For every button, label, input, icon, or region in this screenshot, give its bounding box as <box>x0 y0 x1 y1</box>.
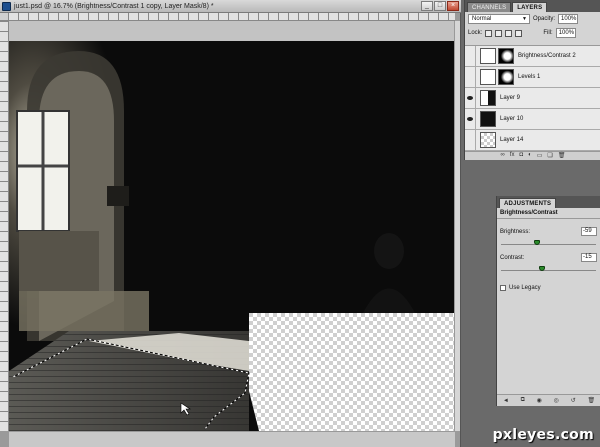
levels-thumbnail <box>480 69 496 85</box>
visibility-toggle[interactable] <box>465 108 476 130</box>
document-title: just1.psd @ 16.7% (Brightness/Contrast 1… <box>14 2 214 10</box>
fx-icon[interactable]: fx <box>510 152 515 160</box>
contrast-row: Contrast: -15 <box>497 253 600 262</box>
adjustments-footer: ◄ ⧉ ◉ ◎ ↺ 🗑 <box>497 394 600 406</box>
contrast-slider[interactable] <box>501 265 596 271</box>
tab-channels[interactable]: CHANNELS <box>467 2 512 12</box>
chevron-down-icon: ▼ <box>522 16 527 22</box>
contrast-input[interactable]: -15 <box>581 253 597 262</box>
layer-thumbnail <box>480 132 496 148</box>
photoshop-workspace: just1.psd @ 16.7% (Brightness/Contrast 1… <box>0 0 600 447</box>
watermark: pxleyes.com <box>492 427 594 443</box>
clip-icon[interactable]: ◉ <box>537 397 542 404</box>
blend-mode-value: Normal <box>472 16 492 22</box>
fill-label: Fill: <box>543 30 553 36</box>
use-legacy-row[interactable]: Use Legacy <box>497 285 600 291</box>
lock-move-icon[interactable] <box>505 29 513 37</box>
maximize-button[interactable]: □ <box>434 1 446 11</box>
mask-thumbnail[interactable] <box>498 69 514 85</box>
lock-all-icon[interactable] <box>515 29 523 37</box>
adjustments-panel-tabs: ADJUSTMENTS <box>497 196 600 208</box>
document-titlebar[interactable]: just1.psd @ 16.7% (Brightness/Contrast 1… <box>0 0 461 13</box>
eye-icon[interactable]: ◎ <box>554 397 559 404</box>
trash-icon[interactable]: 🗑 <box>558 152 566 160</box>
lock-brush-icon[interactable] <box>495 29 503 37</box>
minimize-button[interactable]: _ <box>421 1 433 11</box>
visibility-toggle[interactable] <box>465 129 476 151</box>
close-button[interactable]: × <box>447 1 459 11</box>
opacity-input[interactable]: 100% <box>558 14 579 24</box>
brightness-row: Brightness: -59 <box>497 227 600 236</box>
tab-adjustments[interactable]: ADJUSTMENTS <box>499 198 557 208</box>
link-icon[interactable]: ∞ <box>501 152 505 160</box>
layer-row[interactable]: Brightness/Contrast 2 <box>465 46 600 67</box>
layers-panel: CHANNELS LAYERS Normal ▼ Opacity: 100% L… <box>464 0 600 160</box>
layer-row[interactable]: Layer 10 <box>465 108 600 130</box>
layer-name: Layer 14 <box>500 137 524 143</box>
horizontal-ruler[interactable] <box>9 13 455 21</box>
brightness-slider[interactable] <box>501 239 596 245</box>
adjustments-panel: ADJUSTMENTS Brightness/Contrast Brightne… <box>496 196 600 406</box>
expand-icon[interactable]: ⧉ <box>521 397 525 404</box>
brightness-input[interactable]: -59 <box>581 227 597 236</box>
fill-input[interactable]: 100% <box>555 28 576 38</box>
tab-layers[interactable]: LAYERS <box>512 2 548 12</box>
brightness-slider-thumb[interactable] <box>534 240 541 245</box>
return-icon[interactable]: ◄ <box>503 398 509 404</box>
layer-name: Brightness/Contrast 2 <box>518 53 576 59</box>
layer-thumbnail <box>480 90 496 106</box>
layers-panel-tabs: CHANNELS LAYERS <box>465 0 600 12</box>
canvas-artwork <box>9 41 455 431</box>
layer-thumbnail <box>480 111 496 127</box>
visibility-toggle[interactable] <box>465 66 476 88</box>
layers-footer: ∞ fx ◘ ◐ ▭ ❑ 🗑 <box>465 151 600 160</box>
visibility-toggle[interactable] <box>465 87 476 109</box>
lock-transparent-icon[interactable] <box>485 29 493 37</box>
mask-icon[interactable]: ◘ <box>520 152 524 160</box>
lock-label: Lock: <box>468 30 483 36</box>
horizontal-scrollbar[interactable] <box>9 431 455 447</box>
lock-row: Lock: Fill: 100% <box>465 26 600 40</box>
photoshop-icon <box>2 1 11 11</box>
new-layer-icon[interactable]: ❑ <box>547 152 552 160</box>
blend-mode-select[interactable]: Normal ▼ <box>468 14 530 24</box>
pasteboard[interactable] <box>9 21 455 431</box>
visibility-toggle[interactable] <box>465 46 476 67</box>
use-legacy-checkbox[interactable] <box>500 285 506 291</box>
opacity-label: Opacity: <box>533 16 556 22</box>
layer-list: Brightness/Contrast 2 Levels 1 Layer 9 L… <box>465 45 600 152</box>
eye-icon <box>467 117 473 121</box>
layer-row[interactable]: Levels 1 <box>465 66 600 88</box>
folder-icon[interactable]: ▭ <box>537 152 543 160</box>
ruler-corner[interactable] <box>0 13 9 21</box>
trash-icon[interactable]: 🗑 <box>587 397 595 404</box>
reset-icon[interactable]: ↺ <box>571 397 576 404</box>
brightness-label: Brightness: <box>500 228 531 235</box>
adjustment-thumbnail <box>480 48 496 64</box>
vertical-scrollbar[interactable] <box>454 21 460 431</box>
transparent-area <box>249 313 455 431</box>
mask-thumbnail[interactable] <box>498 48 514 64</box>
use-legacy-label: Use Legacy <box>509 285 541 291</box>
layer-row[interactable]: Layer 9 <box>465 87 600 109</box>
eye-icon <box>467 96 473 100</box>
blend-row: Normal ▼ Opacity: 100% <box>465 12 600 26</box>
layer-name: Layer 9 <box>500 95 521 101</box>
image-canvas[interactable] <box>9 41 455 431</box>
contrast-slider-thumb[interactable] <box>539 266 545 271</box>
adjustment-icon[interactable]: ◐ <box>528 152 532 160</box>
vertical-ruler[interactable] <box>0 21 9 431</box>
layer-name: Layer 10 <box>500 116 524 122</box>
window-controls: _ □ × <box>421 1 459 11</box>
document-window: just1.psd @ 16.7% (Brightness/Contrast 1… <box>0 0 461 447</box>
layer-name: Levels 1 <box>518 74 541 80</box>
contrast-label: Contrast: <box>500 254 525 261</box>
layer-row[interactable]: Layer 14 <box>465 129 600 151</box>
adjustment-title: Brightness/Contrast <box>497 208 600 219</box>
